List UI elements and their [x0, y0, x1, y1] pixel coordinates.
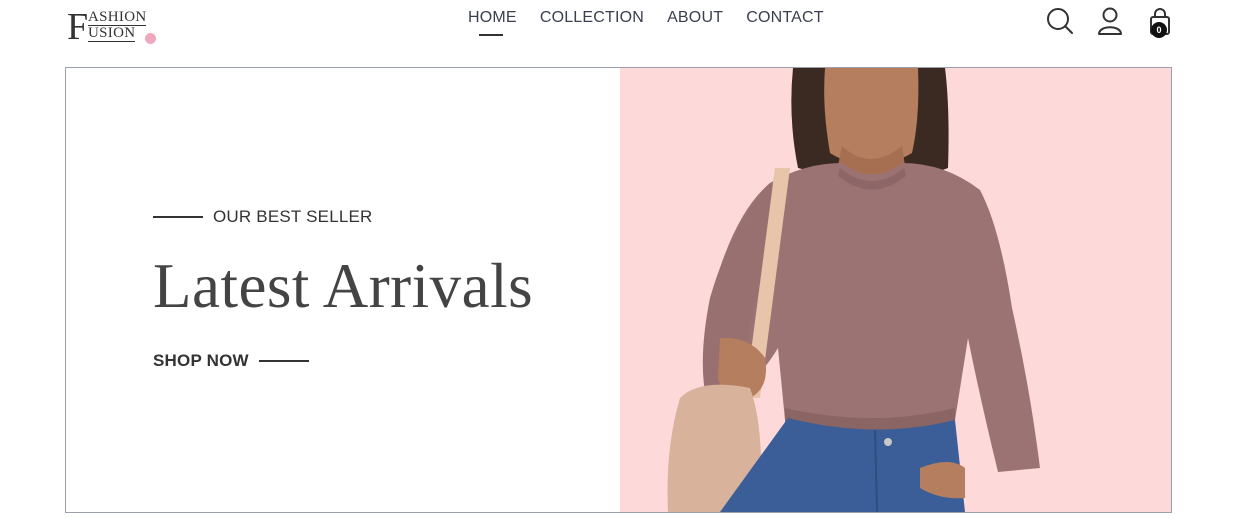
nav-home-link[interactable]: HOME [468, 9, 517, 36]
shop-now-label: SHOP NOW [153, 351, 249, 370]
hero-text-panel: OUR BEST SELLER Latest Arrivals SHOP NOW [66, 68, 620, 512]
brand-logo[interactable]: F ASHION USION [67, 8, 162, 48]
shopping-bag-icon[interactable]: 0 [1147, 7, 1173, 38]
nav-about-link[interactable]: ABOUT [667, 9, 723, 27]
cart-count-badge: 0 [1151, 22, 1167, 38]
hero-banner: OUR BEST SELLER Latest Arrivals SHOP NOW [65, 67, 1172, 513]
eyebrow-text: OUR BEST SELLER [213, 207, 373, 226]
logo-text-ashion: ASHION [88, 9, 147, 26]
hero-headline: Latest Arrivals [153, 251, 534, 321]
search-icon[interactable] [1046, 7, 1074, 35]
shop-now-divider [258, 360, 309, 362]
main-nav: HOME COLLECTION ABOUT CONTACT [468, 9, 847, 36]
logo-dot [145, 33, 156, 44]
hero-image-panel [620, 68, 1171, 512]
model-photo [667, 68, 1040, 512]
user-icon[interactable] [1097, 7, 1123, 37]
eyebrow-divider [153, 216, 203, 218]
logo-letter-f: F [67, 6, 89, 48]
nav-contact-link[interactable]: CONTACT [746, 9, 824, 27]
nav-collection-link[interactable]: COLLECTION [540, 9, 644, 27]
shop-now-link[interactable]: SHOP NOW [153, 351, 309, 371]
hero-eyebrow: OUR BEST SELLER [153, 207, 373, 227]
logo-text-usion: USION [88, 25, 136, 42]
